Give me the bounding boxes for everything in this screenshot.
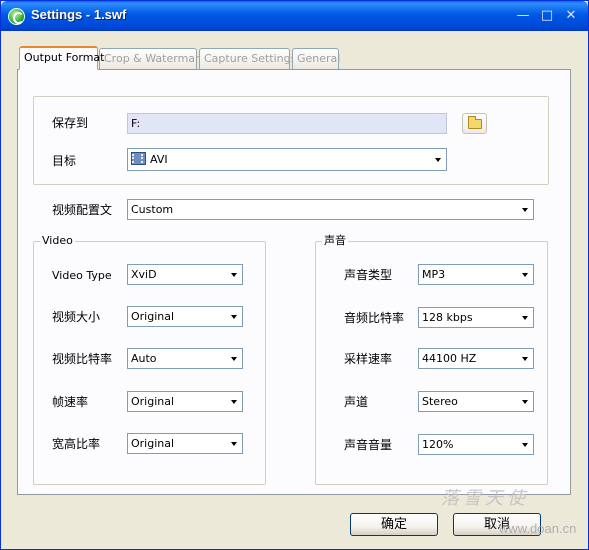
- film-icon: [131, 152, 146, 165]
- audio-group: 声音 声音类型 MP3 音频比特率 128 kbps 采样速率 44100 HZ…: [315, 234, 548, 485]
- volume-value: 120%: [422, 438, 454, 451]
- sample-rate-value: 44100 HZ: [422, 352, 477, 365]
- close-button[interactable]: ✕: [563, 8, 579, 24]
- app-logo-icon: [8, 8, 25, 25]
- target-select-value: AVI: [150, 153, 168, 166]
- audio-type-value: MP3: [422, 268, 446, 281]
- tab-general[interactable]: General: [292, 48, 340, 69]
- watermark-url: www.doan.cn: [499, 521, 577, 536]
- output-format-panel: 保存到 F: 目标 AVI 视频配置文 Custom Video Video T…: [17, 69, 571, 495]
- aspect-ratio-select[interactable]: Original: [127, 433, 243, 454]
- chevron-down-icon: [231, 315, 237, 319]
- tab-output-format[interactable]: Output Format: [19, 46, 104, 70]
- video-bitrate-select[interactable]: Auto: [127, 348, 243, 369]
- destination-group: 保存到 F: 目标 AVI: [33, 96, 549, 185]
- tab-crop-watermark[interactable]: Crop & Watermark: [99, 48, 206, 69]
- profile-select[interactable]: Custom: [127, 199, 534, 220]
- aspect-ratio-label: 宽高比率: [52, 437, 101, 451]
- audio-bitrate-label: 音频比特率: [344, 311, 405, 325]
- video-size-label: 视频大小: [52, 310, 101, 324]
- channels-select[interactable]: Stereo: [418, 391, 534, 412]
- chevron-down-icon: [231, 400, 237, 404]
- channels-value: Stereo: [422, 395, 458, 408]
- target-label: 目标: [52, 154, 77, 168]
- video-bitrate-label: 视频比特率: [52, 352, 113, 366]
- audio-type-select[interactable]: MP3: [418, 264, 534, 285]
- audio-bitrate-select[interactable]: 128 kbps: [418, 307, 534, 328]
- watermark-text: 落雪天使: [441, 488, 529, 509]
- video-size-value: Original: [131, 310, 175, 323]
- frame-rate-value: Original: [131, 395, 175, 408]
- chevron-down-icon: [435, 158, 441, 162]
- chevron-down-icon: [231, 273, 237, 277]
- video-group: Video Video Type XviD 视频大小 Original 视频比特…: [33, 234, 266, 485]
- chevron-down-icon: [522, 208, 528, 212]
- chevron-down-icon: [522, 273, 528, 277]
- video-type-select[interactable]: XviD: [127, 264, 243, 285]
- video-type-label: Video Type: [52, 269, 112, 282]
- channels-label: 声道: [344, 395, 369, 409]
- folder-open-icon: [468, 116, 482, 129]
- title-bar[interactable]: Settings - 1.swf — □ ✕: [1, 1, 588, 31]
- video-bitrate-value: Auto: [131, 352, 157, 365]
- maximize-button[interactable]: □: [539, 8, 555, 24]
- chevron-down-icon: [522, 316, 528, 320]
- video-type-value: XviD: [131, 268, 157, 281]
- frame-rate-label: 帧速率: [52, 395, 89, 409]
- audio-bitrate-value: 128 kbps: [422, 311, 473, 324]
- ok-button[interactable]: 确定: [350, 513, 438, 536]
- chevron-down-icon: [231, 442, 237, 446]
- audio-type-label: 声音类型: [344, 268, 393, 282]
- video-size-select[interactable]: Original: [127, 306, 243, 327]
- chevron-down-icon: [522, 400, 528, 404]
- aspect-ratio-value: Original: [131, 437, 175, 450]
- video-group-title: Video: [40, 234, 75, 248]
- chevron-down-icon: [231, 357, 237, 361]
- volume-label: 声音音量: [344, 438, 393, 452]
- chevron-down-icon: [522, 443, 528, 447]
- audio-group-title: 声音: [322, 234, 348, 248]
- frame-rate-select[interactable]: Original: [127, 391, 243, 412]
- sample-rate-select[interactable]: 44100 HZ: [418, 348, 534, 369]
- save-to-label: 保存到: [52, 116, 89, 130]
- browse-folder-button[interactable]: [462, 113, 487, 134]
- profile-label: 视频配置文: [52, 203, 113, 217]
- sample-rate-label: 采样速率: [344, 352, 393, 366]
- chevron-down-icon: [522, 357, 528, 361]
- profile-select-value: Custom: [131, 203, 174, 216]
- minimize-button[interactable]: —: [515, 8, 531, 24]
- window-title: Settings - 1.swf: [31, 7, 127, 22]
- target-select[interactable]: AVI: [127, 148, 447, 171]
- volume-select[interactable]: 120%: [418, 434, 534, 455]
- save-to-field[interactable]: F:: [127, 113, 447, 134]
- settings-window: Settings - 1.swf — □ ✕ Output Format Cro…: [0, 0, 589, 550]
- tab-capture-settings[interactable]: Capture Settings: [199, 48, 296, 69]
